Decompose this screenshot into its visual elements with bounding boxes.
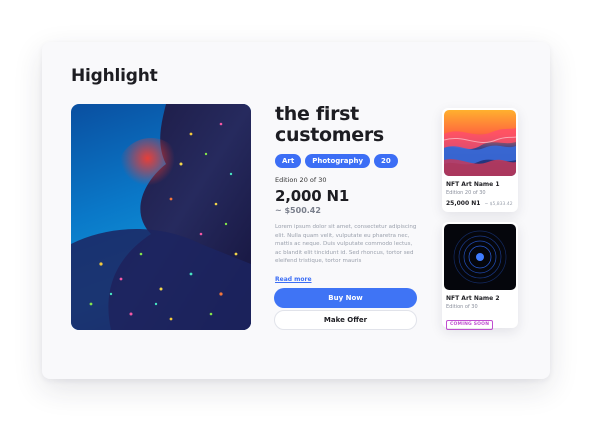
tag-art[interactable]: Art [275, 154, 302, 168]
nft-price-usd: ~ $5,833.42 [484, 202, 513, 207]
make-offer-button[interactable]: Make Offer [274, 310, 417, 330]
tag-photography[interactable]: Photography [305, 154, 371, 168]
buy-now-button[interactable]: Buy Now [274, 288, 417, 308]
nft-card-1[interactable]: NFT Art Name 1 Edition 20 of 30 25,000 N… [442, 108, 518, 212]
nft-name: NFT Art Name 1 [446, 181, 500, 188]
nft-price: 25,000 N1 [446, 200, 481, 207]
read-more-link[interactable]: Read more [275, 276, 312, 283]
nft-edition: Edition 20 of 30 [446, 190, 486, 196]
tag-count[interactable]: 20 [374, 154, 398, 168]
nft-price-row: 25,000 N1 ~ $5,833.42 [446, 200, 518, 207]
product-detail: the first customers Art Photography 20 E… [275, 104, 419, 285]
nft-edition: Edition of 30 [446, 304, 478, 310]
nft-art-circles-image [444, 224, 516, 290]
price: 2,000 N1 [275, 187, 350, 205]
price-usd: ~ $500.42 [275, 206, 321, 215]
nft-name: NFT Art Name 2 [446, 295, 500, 302]
tag-list: Art Photography 20 [275, 154, 419, 168]
edition-text: Edition 20 of 30 [275, 176, 327, 184]
description: Lorem ipsum dolor sit amet, consectetur … [275, 224, 417, 265]
hero-art-image[interactable] [71, 104, 251, 330]
product-title-line1: the first [275, 103, 359, 125]
product-title-line2: customers [275, 124, 384, 146]
nft-card-2[interactable]: NFT Art Name 2 Edition of 30 COMING SOON [442, 222, 518, 330]
highlight-card: Highlight the first customers Art Photog… [42, 42, 550, 379]
nft-art-wave-image [444, 110, 516, 176]
section-title: Highlight [71, 66, 158, 86]
product-title: the first customers [275, 104, 419, 146]
coming-soon-badge: COMING SOON [446, 319, 494, 330]
